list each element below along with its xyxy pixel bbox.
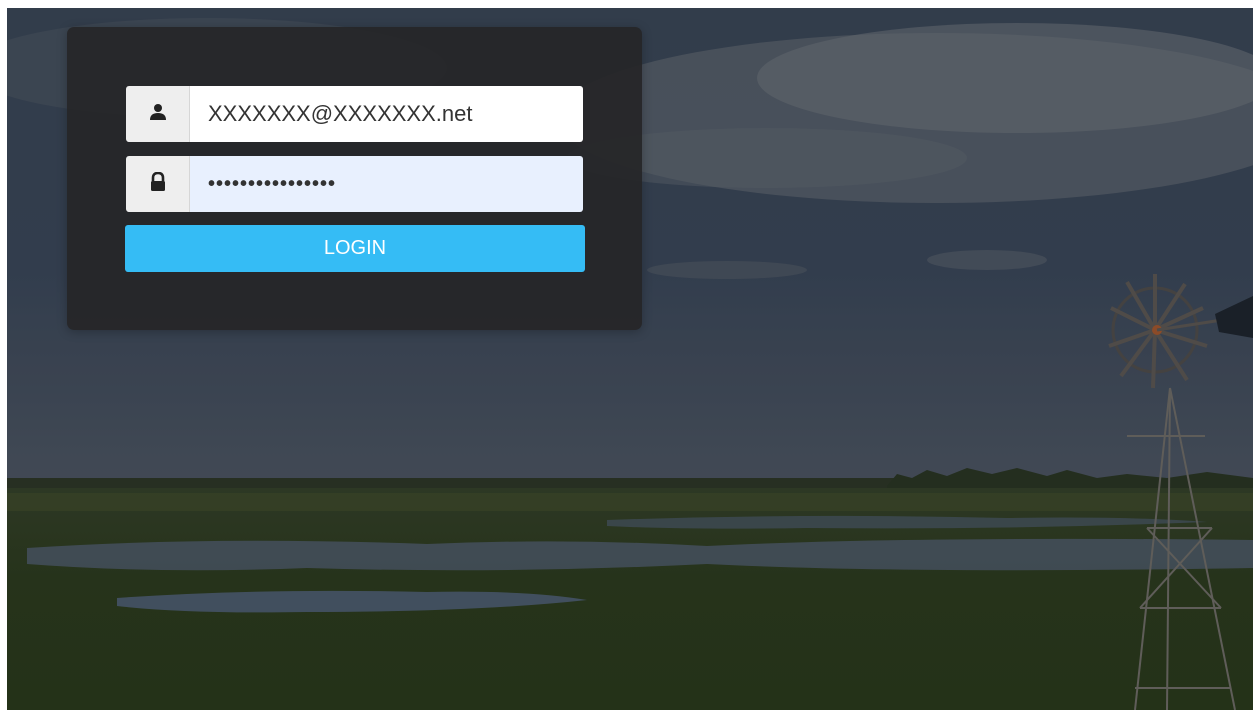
password-addon [126,156,190,212]
username-field[interactable]: XXXXXXX@XXXXXXX.net [126,86,583,142]
background-scene: XXXXXXX@XXXXXXX.net •••••••••••••••• LOG… [7,8,1253,710]
user-icon [149,103,167,126]
login-panel: XXXXXXX@XXXXXXX.net •••••••••••••••• LOG… [67,27,642,330]
password-input[interactable]: •••••••••••••••• [190,156,583,212]
password-field[interactable]: •••••••••••••••• [126,156,583,212]
username-addon [126,86,190,142]
lock-icon [149,171,167,197]
login-button[interactable]: LOGIN [125,225,585,272]
username-input[interactable]: XXXXXXX@XXXXXXX.net [190,86,583,142]
